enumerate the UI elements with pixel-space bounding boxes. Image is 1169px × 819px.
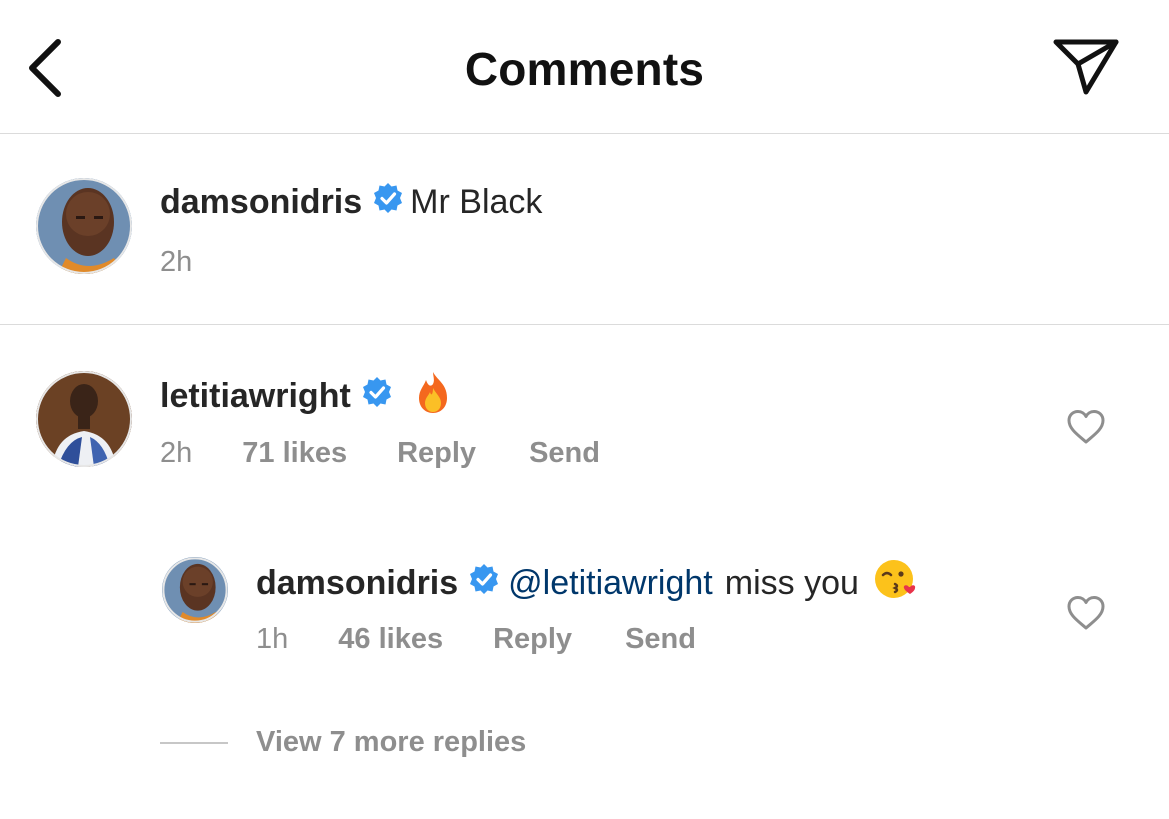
reply-time: 1h <box>256 623 289 655</box>
verified-badge-icon <box>372 182 404 223</box>
avatar[interactable] <box>36 178 132 274</box>
comment-username[interactable]: letitiawright <box>160 377 351 416</box>
heart-icon <box>1067 596 1105 630</box>
verified-badge-icon <box>468 563 500 604</box>
mention-link[interactable]: @letitiawright <box>508 564 713 603</box>
reply-meta: 1h 46 likes Reply Send <box>256 623 696 656</box>
caption-line: damsonidris Mr Black <box>160 182 542 223</box>
view-more-replies-button[interactable]: View 7 more replies <box>160 726 526 759</box>
avatar[interactable] <box>36 371 132 467</box>
page-title: Comments <box>464 43 705 95</box>
caption-username[interactable]: damsonidris <box>160 183 362 222</box>
caption-divider <box>0 324 1169 325</box>
caption-time: 2h <box>160 246 193 278</box>
verified-badge-icon <box>361 376 393 417</box>
header-divider <box>0 133 1169 134</box>
send-button[interactable]: Send <box>625 623 696 656</box>
reply-button[interactable]: Reply <box>493 623 572 656</box>
share-button[interactable] <box>1050 34 1122 98</box>
comments-screen: Comments damsonidris Mr Black 2h letitia… <box>0 0 1169 819</box>
caption-meta: 2h <box>160 246 192 279</box>
replies-rule <box>160 741 228 744</box>
fire-emoji-icon <box>413 370 453 423</box>
reply-username[interactable]: damsonidris <box>256 564 458 603</box>
kissing-face-emoji-icon <box>873 557 917 610</box>
header: Comments <box>0 0 1169 134</box>
avatar-image <box>36 178 132 274</box>
caption-text: Mr Black <box>410 183 543 221</box>
comment-line: letitiawright <box>160 370 453 423</box>
view-more-replies-label: View 7 more replies <box>256 726 527 758</box>
like-button[interactable] <box>1066 595 1106 636</box>
reply-text: miss you <box>724 564 859 602</box>
comment-meta: 2h 71 likes Reply Send <box>160 437 600 470</box>
comment-likes[interactable]: 71 likes <box>242 437 347 470</box>
avatar[interactable] <box>162 557 228 623</box>
avatar-image <box>162 557 228 623</box>
reply-line: damsonidris @letitiawright miss you <box>256 557 917 610</box>
comment-time: 2h <box>160 437 193 469</box>
paper-plane-icon <box>1053 39 1119 95</box>
reply-likes[interactable]: 46 likes <box>338 623 443 656</box>
avatar-image <box>36 371 132 467</box>
reply-button[interactable]: Reply <box>397 437 476 470</box>
send-button[interactable]: Send <box>529 437 600 470</box>
like-button[interactable] <box>1066 409 1106 450</box>
heart-icon <box>1067 410 1105 444</box>
